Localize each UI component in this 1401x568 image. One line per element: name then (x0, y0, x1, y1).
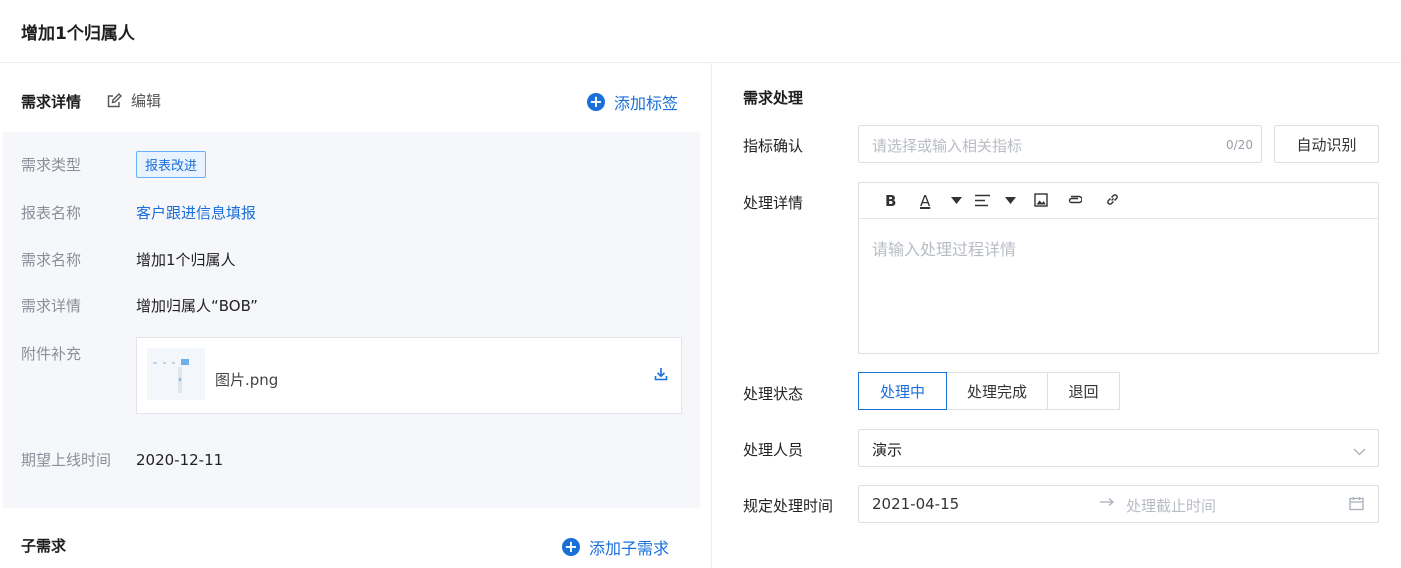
plus-circle-icon: + (562, 538, 580, 556)
requirement-details-pane: 需求详情 编辑 + 添加标签 需求类型 报表改进 报表名称 客户跟进信息填报 需… (0, 63, 712, 568)
add-tag-label: 添加标签 (614, 94, 679, 113)
process-detail-label: 处理详情 (743, 194, 804, 212)
attachment-card[interactable]: 图片.png (136, 337, 682, 414)
plus-circle-icon: + (587, 93, 605, 111)
auto-identify-button[interactable]: 自动识别 (1274, 125, 1379, 163)
indicator-label: 指标确认 (743, 137, 804, 155)
status-processing-option[interactable]: 处理中 (858, 372, 947, 410)
deadline-range-picker[interactable]: 2021-04-15 处理截止时间 (858, 485, 1379, 523)
add-tag-button[interactable]: + 添加标签 (587, 90, 678, 114)
font-color-icon: A (920, 192, 931, 210)
date-value: 2020-12-11 (136, 450, 224, 469)
detail-row: 需求详情 增加归属人“BOB” (21, 295, 258, 316)
add-sub-requirement-button[interactable]: + 添加子需求 (562, 535, 669, 559)
type-row: 需求类型 报表改进 (21, 151, 207, 178)
handler-value: 演示 (872, 441, 903, 459)
sub-requirement-title: 子需求 (21, 537, 67, 555)
attach-label: 附件补充 (21, 345, 82, 363)
processing-section-title: 需求处理 (743, 89, 804, 107)
indicator-input[interactable]: 请选择或输入相关指标 0/20 (858, 125, 1262, 163)
font-color-button[interactable]: A (920, 192, 930, 210)
deadline-start-value[interactable]: 2021-04-15 (872, 495, 959, 513)
type-tag: 报表改进 (136, 151, 207, 178)
handler-select[interactable]: 演示 (858, 429, 1379, 467)
report-link[interactable]: 客户跟进信息填报 (136, 202, 256, 223)
attachment-thumbnail (147, 348, 205, 400)
edit-icon (107, 92, 122, 107)
status-done-option[interactable]: 处理完成 (946, 372, 1048, 410)
status-return-option[interactable]: 退回 (1047, 372, 1120, 410)
details-panel: 需求类型 报表改进 报表名称 客户跟进信息填报 需求名称 增加1个归属人 需求详… (3, 132, 700, 508)
details-section-title: 需求详情 (21, 93, 82, 111)
page-title: 增加1个归属人 (21, 24, 135, 44)
type-label: 需求类型 (21, 156, 82, 174)
editor-toolbar: B A (859, 183, 1378, 219)
name-value: 增加1个归属人 (136, 251, 236, 269)
edit-label: 编辑 (131, 92, 162, 110)
attachment-icon[interactable] (1067, 194, 1082, 206)
status-segmented-control: 处理中 处理完成 退回 (858, 372, 1120, 410)
deadline-end-placeholder[interactable]: 处理截止时间 (1126, 495, 1216, 516)
chevron-down-icon[interactable] (951, 197, 962, 204)
date-row: 期望上线时间 2020-12-11 (21, 449, 223, 470)
attach-row: 附件补充 (21, 343, 136, 364)
process-detail-placeholder: 请输入处理过程详情 (872, 240, 1017, 259)
chevron-down-icon (1353, 442, 1366, 460)
indicator-count: 0/20 (1226, 138, 1253, 152)
bold-button[interactable]: B (885, 192, 896, 210)
handler-label: 处理人员 (743, 441, 804, 459)
name-label: 需求名称 (21, 251, 82, 269)
image-icon[interactable] (1034, 193, 1048, 207)
deadline-label: 规定处理时间 (743, 497, 834, 515)
indicator-placeholder: 请选择或输入相关指标 (872, 137, 1023, 155)
requirement-processing-pane: 需求处理 指标确认 请选择或输入相关指标 0/20 自动识别 处理详情 B A (713, 63, 1401, 568)
attachment-filename: 图片.png (215, 371, 279, 389)
report-label: 报表名称 (21, 204, 82, 222)
status-label: 处理状态 (743, 385, 804, 403)
detail-label: 需求详情 (21, 297, 82, 315)
report-row: 报表名称 客户跟进信息填报 (21, 202, 256, 223)
align-icon[interactable] (975, 194, 990, 207)
process-detail-editor[interactable]: B A 请输入处理过程详情 (858, 182, 1379, 354)
page-header: 增加1个归属人 (0, 0, 1401, 63)
arrow-right-icon (1099, 495, 1115, 513)
date-label: 期望上线时间 (21, 451, 112, 469)
link-icon[interactable] (1105, 192, 1120, 207)
chevron-down-icon[interactable] (1005, 197, 1016, 204)
download-icon[interactable] (653, 366, 669, 386)
name-row: 需求名称 增加1个归属人 (21, 249, 236, 270)
add-sub-label: 添加子需求 (589, 539, 670, 558)
edit-button[interactable]: 编辑 (106, 90, 161, 111)
calendar-icon (1349, 496, 1364, 515)
detail-value: 增加归属人“BOB” (136, 297, 258, 315)
